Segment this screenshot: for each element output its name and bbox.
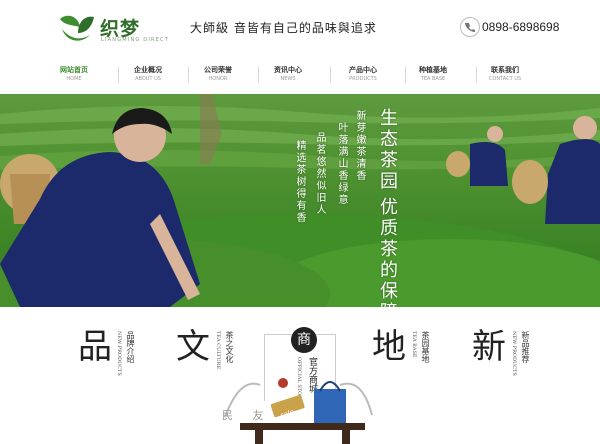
nav-sublabel: ABOUT US — [135, 76, 161, 82]
nav-item-news[interactable]: 资讯中心 NEWS — [258, 66, 318, 83]
section-title[interactable]: 茶园基地 — [420, 331, 431, 363]
banner-poem-1: 新芽嫩茶清香 — [354, 110, 365, 182]
main-nav: 网站首页 HOME 企业概况 ABOUT US 公司荣誉 HONOR 资讯中心 … — [0, 58, 600, 94]
nav-divider — [330, 67, 331, 83]
store-bottom-text: 民 友 — [222, 409, 272, 422]
nav-sublabel: TEA BASE — [420, 76, 446, 82]
nav-sublabel: HONOR — [208, 76, 228, 82]
section-big-char[interactable]: 新 — [472, 327, 506, 367]
nav-item-about[interactable]: 企业概况 ABOUT US — [118, 66, 178, 83]
store-illustration — [224, 378, 373, 444]
nav-item-products[interactable]: 产品中心 PRODUCTS — [333, 66, 393, 83]
phone-icon — [460, 17, 480, 37]
section-subtitle: NEW PRODUCTS — [511, 331, 517, 376]
nav-item-honor[interactable]: 公司荣誉 HONOR — [188, 66, 248, 83]
nav-item-home[interactable]: 网站首页 HOME — [44, 66, 104, 83]
banner-poem-4: 精选茶树得有香 — [294, 140, 305, 224]
banner-poem-2: 叶落满山香绿意 — [336, 122, 347, 206]
site-header: 织梦 LIANGMING DIRECT 大師級 音皆有自己的品味與追求 0898… — [0, 0, 600, 58]
hero-banner: 生态茶园 优质茶的保障 新芽嫩茶清香 叶落满山香绿意 品茗悠然似旧人 精选茶树得… — [0, 94, 600, 307]
banner-poem-3: 品茗悠然似旧人 — [314, 132, 325, 216]
nav-sublabel: CONTACT US — [488, 76, 522, 82]
nav-label: 企业概况 — [134, 66, 162, 74]
phone-number: 0898-6898698 — [482, 20, 560, 34]
nav-label: 网站首页 — [60, 66, 88, 74]
slogan: 大師級 音皆有自己的品味與追求 — [190, 21, 377, 35]
nav-sublabel: HOME — [66, 76, 82, 82]
nav-sublabel: NEWS — [280, 76, 296, 82]
nav-label: 联系我们 — [491, 66, 519, 74]
section-big-char[interactable]: 地 — [372, 327, 406, 367]
slider-dots — [291, 297, 307, 307]
section-title[interactable]: 新品推荐 — [520, 331, 531, 363]
nav-label: 产品中心 — [349, 66, 377, 74]
nav-label: 公司荣誉 — [204, 66, 232, 74]
banner-headline-2: 优质茶的保障 — [377, 197, 398, 307]
nav-label: 种植基地 — [419, 66, 447, 74]
nav-label: 资讯中心 — [274, 66, 302, 74]
nav-item-tea-base[interactable]: 种植基地 TEA BASE — [403, 66, 463, 83]
nav-sublabel: PRODUCTS — [349, 76, 377, 82]
leaf-logo-icon — [60, 15, 94, 41]
category-section: 品 品牌介绍 NEW PRODUCTS 文 茶之文化 TEA CULTURE 商… — [0, 307, 600, 444]
banner-headline-1: 生态茶园 — [377, 108, 398, 192]
nav-item-contact[interactable]: 联系我们 CONTACT US — [475, 66, 535, 83]
logo-subtitle: LIANGMING DIRECT — [101, 37, 169, 43]
section-subtitle: TEA BASE — [411, 331, 417, 358]
logo[interactable]: 织梦 LIANGMING DIRECT — [56, 11, 186, 47]
